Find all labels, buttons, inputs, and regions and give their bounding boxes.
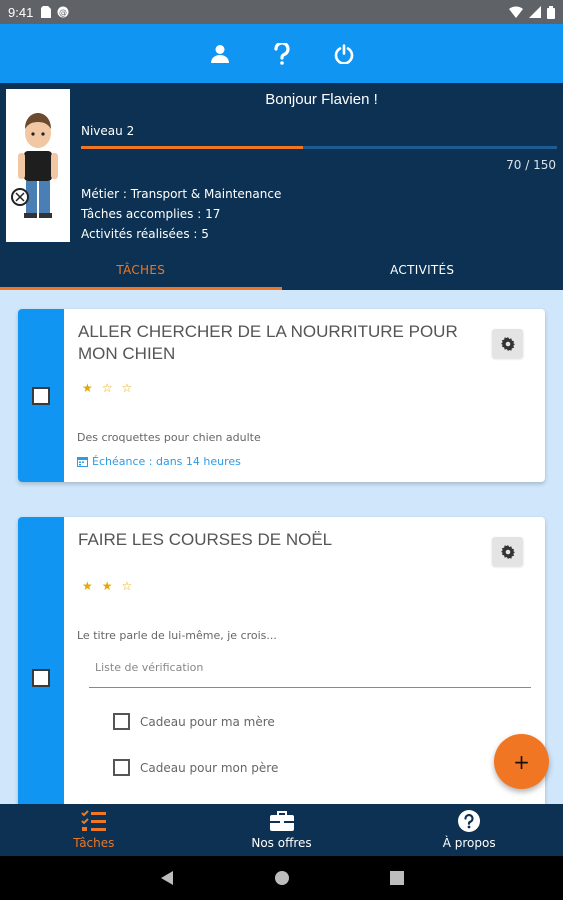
task-settings-button[interactable]: [492, 329, 523, 358]
task-card[interactable]: ALLER CHERCHER DE LA NOURRITURE POUR MON…: [18, 309, 545, 482]
nav-apropos[interactable]: À propos: [375, 804, 563, 856]
app-bar: [0, 24, 563, 83]
task-title: ALLER CHERCHER DE LA NOURRITURE POUR MON…: [78, 322, 458, 363]
task-due: Échéance : dans 14 heures: [77, 455, 241, 468]
back-icon[interactable]: [160, 870, 174, 886]
signal-icon: [529, 6, 541, 18]
nav-label: À propos: [442, 836, 496, 850]
job-label: Métier : Transport & Maintenance: [81, 187, 282, 201]
checklist-item-checkbox[interactable]: [113, 759, 130, 776]
tab-bar: TÂCHES ACTIVITÉS: [0, 252, 563, 290]
star-filled-icon: ★: [82, 381, 93, 395]
nav-taches[interactable]: Tâches: [0, 804, 188, 856]
profile-panel: Bonjour Flavien ! Niveau 2 70 / 150 Méti…: [0, 83, 563, 290]
recents-icon[interactable]: [389, 871, 404, 885]
bottom-nav: Tâches Nos offres À propos: [0, 804, 563, 856]
task-stripe: [18, 517, 64, 817]
system-nav-bar: [0, 856, 563, 900]
battery-icon: [547, 5, 555, 19]
task-description: Le titre parle de lui-même, je crois...: [77, 629, 277, 642]
task-checkbox[interactable]: [32, 669, 50, 687]
checklist-item-label: Cadeau pour ma mère: [140, 714, 275, 729]
checklist-item[interactable]: Cadeau pour mon père: [113, 759, 278, 776]
plus-icon: +: [513, 749, 530, 774]
task-settings-button[interactable]: [492, 537, 523, 566]
star-filled-icon: ★: [82, 579, 93, 593]
tasks-icon: [81, 810, 106, 831]
star-filled-icon: ★: [101, 579, 113, 593]
tab-activites[interactable]: ACTIVITÉS: [282, 252, 563, 290]
task-due-text: Échéance : dans 14 heures: [92, 455, 241, 468]
help-circle-icon: [458, 810, 481, 832]
star-empty-icon: ☆: [121, 381, 133, 395]
wifi-icon: [509, 6, 523, 18]
task-checkbox[interactable]: [32, 387, 50, 405]
help-button[interactable]: [270, 42, 294, 66]
status-bar: 9:41 @: [0, 0, 563, 24]
checklist-item-label: Cadeau pour mon père: [140, 760, 279, 775]
briefcase-icon: [269, 811, 294, 831]
tab-taches[interactable]: TÂCHES: [0, 252, 282, 290]
home-icon[interactable]: [274, 870, 290, 886]
checklist-input[interactable]: Liste de vérification: [89, 661, 531, 688]
nav-label: Nos offres: [251, 836, 312, 850]
logout-button[interactable]: [332, 42, 356, 66]
star-empty-icon: ☆: [121, 579, 133, 593]
add-task-button[interactable]: +: [494, 734, 549, 789]
difficulty-stars: ★ ★ ☆: [82, 579, 132, 593]
sync-icon: @: [57, 6, 69, 18]
status-time: 9:41: [8, 4, 34, 20]
activities-done-label: Activités réalisées : 5: [81, 227, 209, 241]
gear-icon: [500, 544, 515, 559]
nav-offres[interactable]: Nos offres: [188, 804, 376, 856]
tasks-done-label: Tâches accomplies : 17: [81, 207, 221, 221]
profile-button[interactable]: [208, 42, 232, 66]
checklist-item[interactable]: Cadeau pour ma mère: [113, 713, 275, 730]
user-icon: [210, 44, 229, 63]
task-card[interactable]: FAIRE LES COURSES DE NOËL ★ ★ ☆ Le titre…: [18, 517, 545, 817]
level-label: Niveau 2: [81, 124, 135, 138]
checklist-item-checkbox[interactable]: [113, 713, 130, 730]
calendar-icon: [77, 457, 88, 467]
avatar: [5, 88, 71, 243]
character-illustration: [11, 113, 58, 218]
greeting: Bonjour Flavien !: [265, 91, 378, 108]
task-title: FAIRE LES COURSES DE NOËL: [78, 530, 333, 549]
difficulty-stars: ★ ☆ ☆: [82, 381, 132, 395]
xp-progress-fill: [81, 146, 304, 149]
svg-text:@: @: [59, 8, 67, 17]
gear-icon: [500, 336, 515, 351]
xp-progress-bar: [81, 146, 557, 149]
star-empty-icon: ☆: [101, 381, 113, 395]
power-icon: [334, 43, 353, 64]
sim-icon: [41, 6, 52, 18]
task-description: Des croquettes pour chien adulte: [77, 431, 261, 444]
help-icon: [273, 42, 290, 65]
xp-counter: 70 / 150: [506, 158, 556, 172]
nav-label: Tâches: [73, 836, 115, 850]
